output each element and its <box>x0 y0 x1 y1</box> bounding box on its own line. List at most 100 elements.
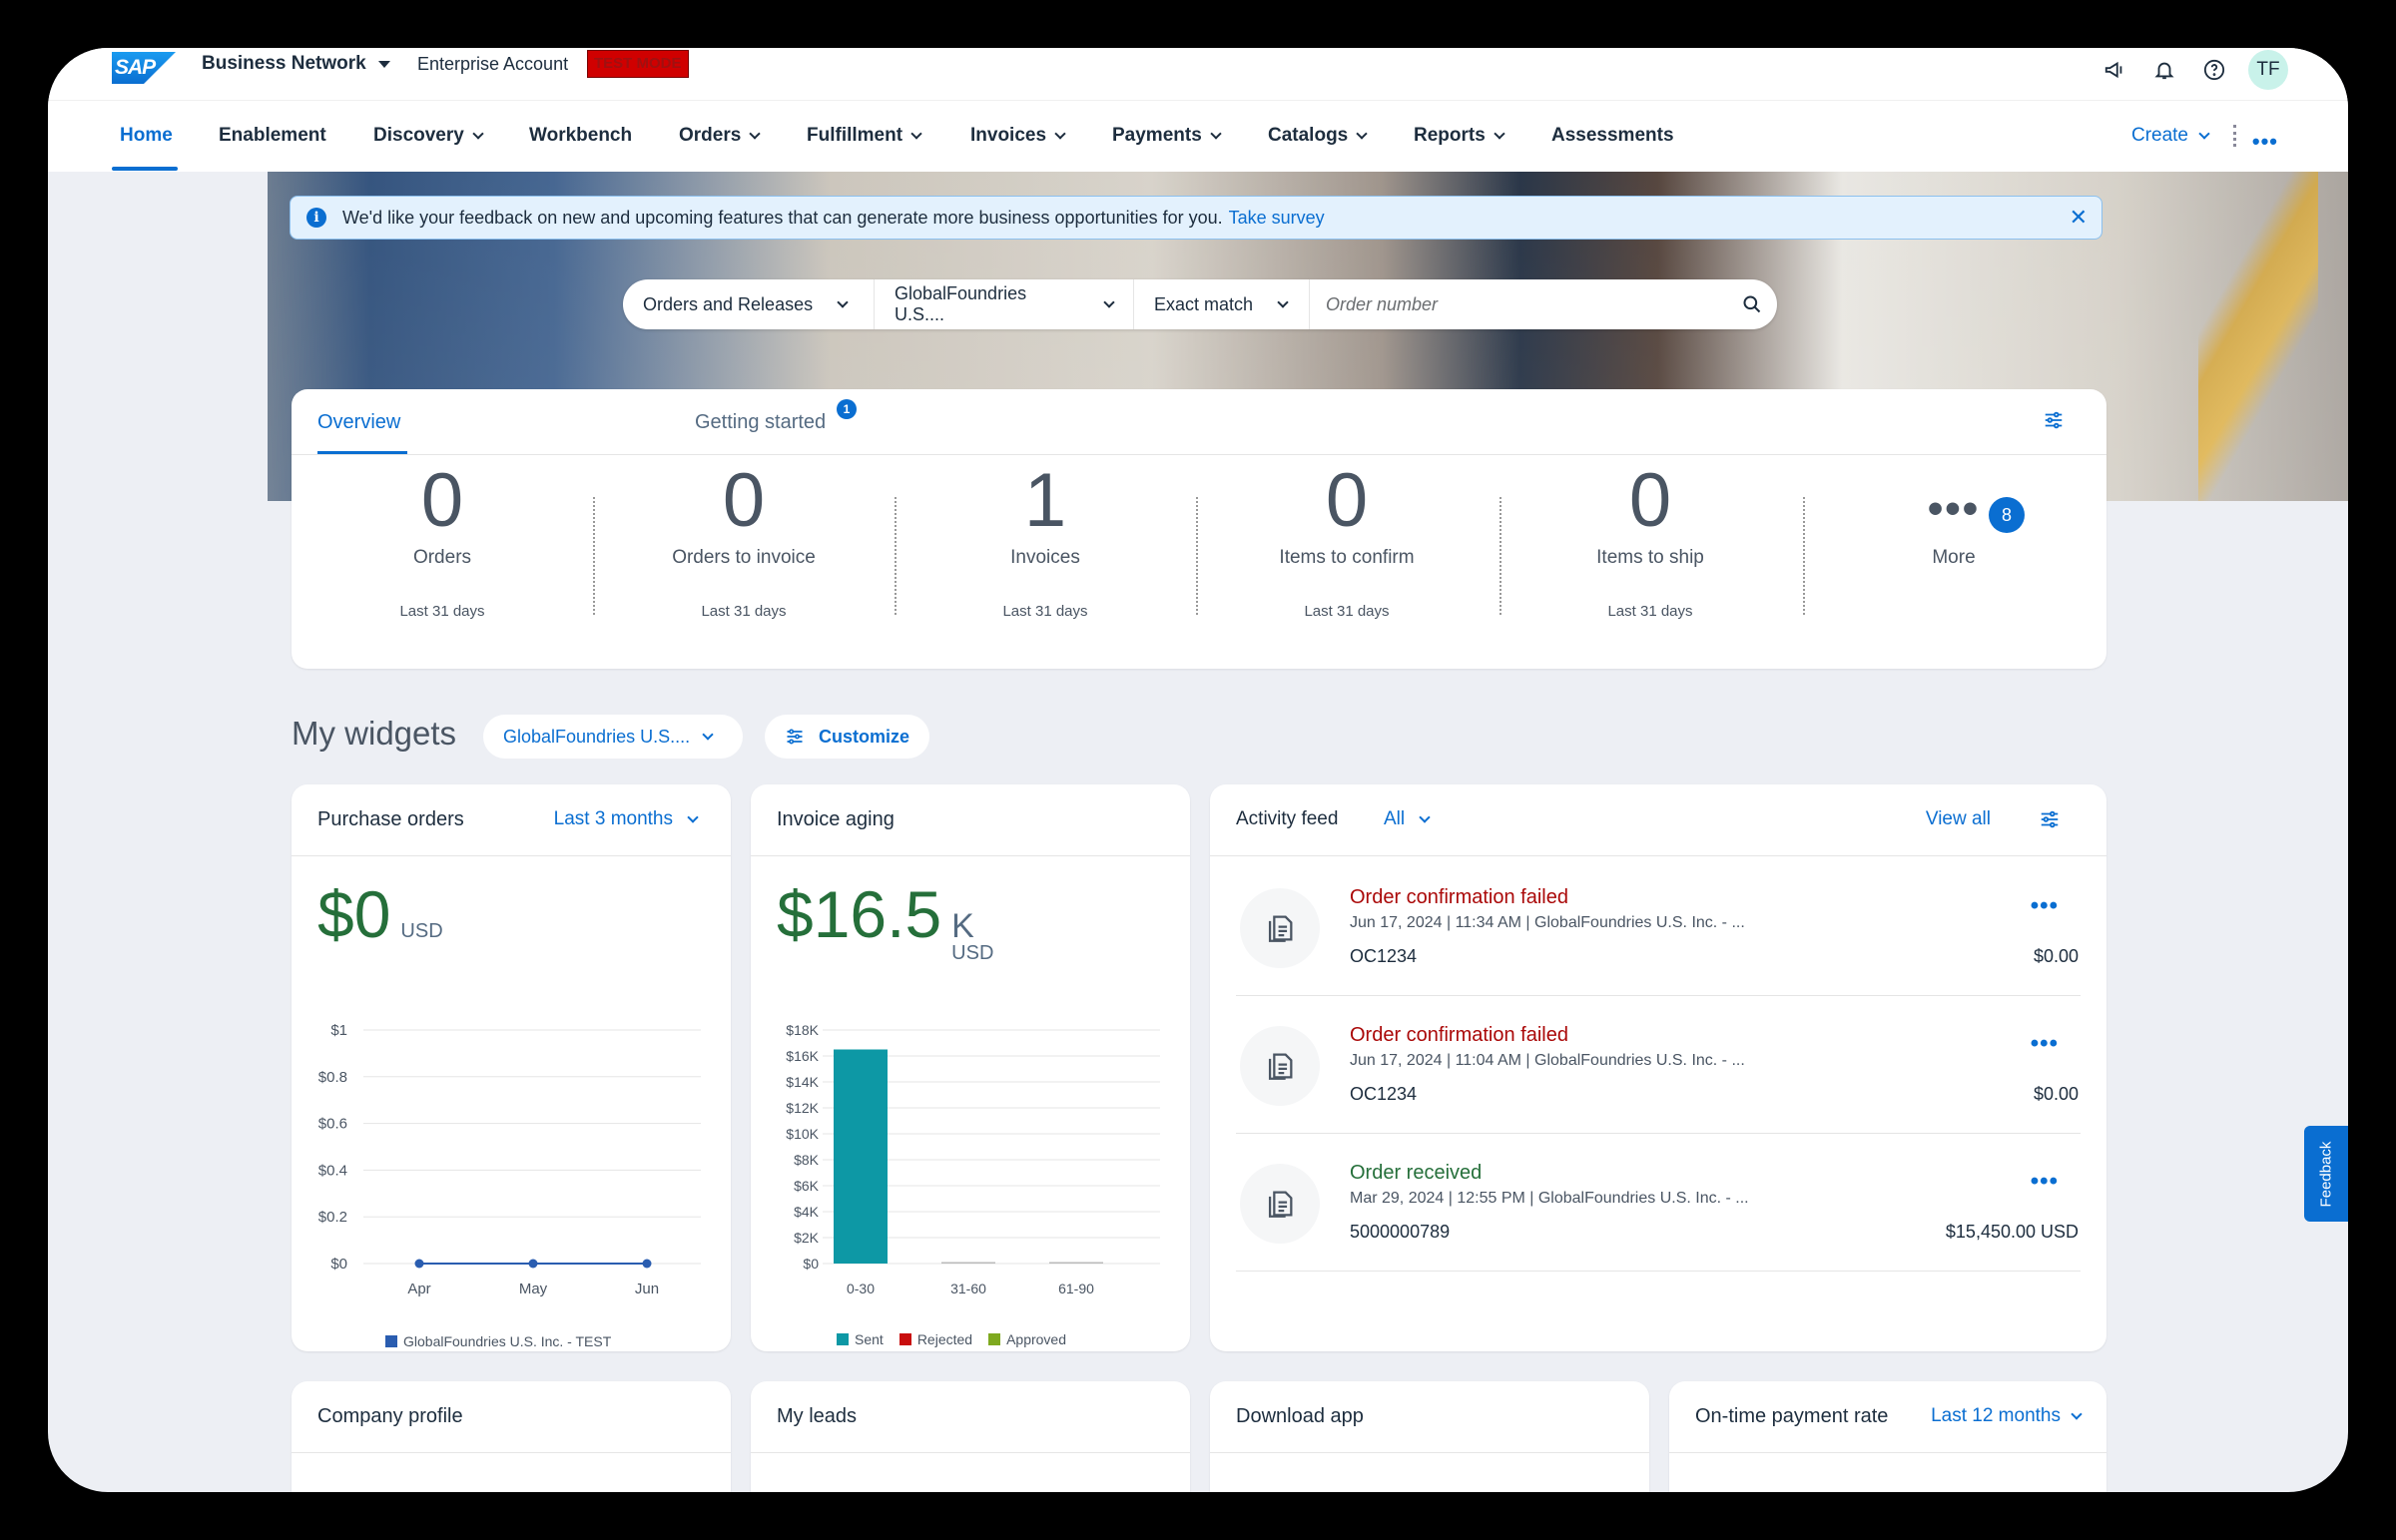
kpi-label: Items to confirm <box>1279 547 1415 568</box>
legend-item-sent: Sent <box>837 1331 884 1347</box>
create-menu[interactable]: Create <box>2130 125 2210 147</box>
feed-filter-select[interactable]: All <box>1384 808 1431 830</box>
feed-meta: Jun 17, 2024 | 11:04 AM | GlobalFoundrie… <box>1350 1052 1745 1069</box>
hero-left-margin <box>48 172 268 501</box>
y-tick-label: $0.4 <box>318 1162 347 1179</box>
feed-meta: Jun 17, 2024 | 11:34 AM | GlobalFoundrie… <box>1350 914 1745 931</box>
feed-status: Order received <box>1350 1162 1483 1184</box>
widgets-customer-filter[interactable]: GlobalFoundries U.S.... <box>483 715 743 759</box>
tab-overview[interactable]: Overview <box>317 411 400 434</box>
po-total: $0 USD <box>317 876 443 952</box>
help-icon[interactable] <box>2198 54 2230 86</box>
order-number-input[interactable]: Order number <box>1310 294 1727 315</box>
feed-amount: $0.00 <box>2033 1084 2079 1104</box>
separator <box>2233 125 2236 147</box>
download-app-card: Download app <box>1210 1381 1649 1492</box>
period-select[interactable]: Last 3 months <box>554 808 699 830</box>
test-mode-badge: TEST MODE <box>587 50 689 78</box>
feedback-button[interactable]: Feedback <box>2304 1126 2348 1222</box>
feed-item[interactable]: Order received Mar 29, 2024 | 12:55 PM |… <box>1210 1134 2106 1272</box>
nav-reports[interactable]: Reports <box>1414 125 1505 147</box>
period-value: Last 12 months <box>1931 1405 2061 1426</box>
purchase-orders-chart: $0 $0.2 $0.4 $0.6 $0.8 $1 Apr May Jun <box>318 1022 701 1297</box>
card-title: Activity feed <box>1236 808 1339 829</box>
overflow-menu-icon[interactable]: ••• <box>2252 129 2278 155</box>
customize-button[interactable]: Customize <box>765 715 930 759</box>
legend-item-rejected: Rejected <box>898 1331 972 1347</box>
nav-discovery[interactable]: Discovery <box>373 125 484 147</box>
avatar[interactable]: TF <box>2248 50 2288 90</box>
settings-sliders-icon[interactable] <box>2039 808 2061 835</box>
info-icon: i <box>306 208 326 228</box>
kpi-orders[interactable]: 0 Orders Last 31 days <box>292 459 593 621</box>
kpi-items-to-ship[interactable]: 0 Items to ship Last 31 days <box>1499 459 1801 621</box>
card-header: Invoice aging <box>751 784 1190 856</box>
card-title: Purchase orders <box>317 808 464 830</box>
create-label: Create <box>2130 125 2188 146</box>
kpi-label: More <box>1932 547 1976 568</box>
legend-item-approved: Approved <box>988 1331 1066 1347</box>
legend-swatch <box>385 1335 397 1347</box>
tab-getting-started[interactable]: Getting started <box>695 411 826 434</box>
shell-bar: SAP Business Network Enterprise Account … <box>48 48 2348 100</box>
take-survey-link[interactable]: Take survey <box>1229 208 1325 229</box>
invoice-aging-total: $16.5 K USD <box>777 876 993 963</box>
nav-payments[interactable]: Payments <box>1112 125 1222 147</box>
kpi-period: Last 31 days <box>1607 603 1693 620</box>
period-select[interactable]: Last 12 months <box>1931 1405 2083 1427</box>
view-all-link[interactable]: View all <box>1926 808 1991 830</box>
nav-label: Fulfillment <box>807 125 903 146</box>
kpi-orders-to-invoice[interactable]: 0 Orders to invoice Last 31 days <box>593 458 895 621</box>
sap-logo[interactable]: SAP <box>112 52 176 84</box>
amount-suffix: K <box>951 907 974 945</box>
doc-type-value: Orders and Releases <box>643 293 814 314</box>
nav-home[interactable]: Home <box>120 125 173 147</box>
nav-label: Home <box>120 125 173 146</box>
more-actions-icon[interactable]: ••• <box>2031 1030 2059 1058</box>
feed-item[interactable]: Order confirmation failed Jun 17, 2024 |… <box>1210 996 2106 1134</box>
more-actions-icon[interactable]: ••• <box>2031 892 2059 920</box>
product-name: Business Network <box>202 53 366 74</box>
feed-item[interactable]: Order confirmation failed Jun 17, 2024 |… <box>1210 858 2106 996</box>
kpi-invoices[interactable]: 1 Invoices Last 31 days <box>895 459 1196 621</box>
legend-label: Approved <box>1006 1331 1067 1347</box>
amount-value: $16.5 <box>777 877 942 951</box>
more-actions-icon[interactable]: ••• <box>2031 1168 2059 1196</box>
megaphone-icon[interactable] <box>2098 54 2130 86</box>
search-icon[interactable] <box>1727 294 1777 314</box>
nav-fulfillment[interactable]: Fulfillment <box>807 125 922 147</box>
kpi-value: 0 <box>722 458 766 543</box>
close-icon[interactable]: ✕ <box>2070 205 2088 231</box>
card-header: Company profile <box>292 1381 731 1453</box>
nav-workbench[interactable]: Workbench <box>529 125 632 147</box>
nav-catalogs[interactable]: Catalogs <box>1268 125 1368 147</box>
nav-invoices[interactable]: Invoices <box>970 125 1066 147</box>
match-select[interactable]: Exact match <box>1134 279 1310 329</box>
nav-enablement[interactable]: Enablement <box>219 125 326 147</box>
nav-assessments[interactable]: Assessments <box>1551 125 1674 147</box>
document-icon <box>1240 1164 1320 1244</box>
x-tick-label: Apr <box>407 1281 430 1297</box>
customer-select[interactable]: GlobalFoundries U.S.... <box>875 279 1134 329</box>
match-value: Exact match <box>1154 293 1254 314</box>
document-icon <box>1240 888 1320 968</box>
y-tick-label: $0 <box>803 1256 819 1272</box>
account-type: Enterprise Account <box>417 54 569 74</box>
kpi-more[interactable]: ••• 8 More <box>1803 459 2104 569</box>
settings-sliders-icon[interactable] <box>2043 409 2065 436</box>
feedback-label: Feedback <box>2317 1141 2335 1207</box>
nav-orders[interactable]: Orders <box>679 125 761 147</box>
bell-icon[interactable] <box>2148 54 2180 86</box>
y-tick-label: $10K <box>786 1126 819 1142</box>
feed-document-id: OC1234 <box>1350 1084 1418 1104</box>
kpi-items-to-confirm[interactable]: 0 Items to confirm Last 31 days <box>1196 459 1498 621</box>
product-switcher[interactable]: Business Network <box>202 53 390 75</box>
card-title: My leads <box>777 1405 858 1427</box>
y-tick-label: $0.8 <box>318 1069 347 1086</box>
caret-down-icon <box>377 60 390 68</box>
kpi-label: Orders <box>412 547 472 568</box>
card-header: Purchase orders Last 3 months <box>292 784 731 856</box>
customer-value: GlobalFoundries U.S.... <box>895 283 1027 324</box>
doc-type-select[interactable]: Orders and Releases <box>623 279 875 329</box>
legend-swatch <box>988 1333 1001 1345</box>
